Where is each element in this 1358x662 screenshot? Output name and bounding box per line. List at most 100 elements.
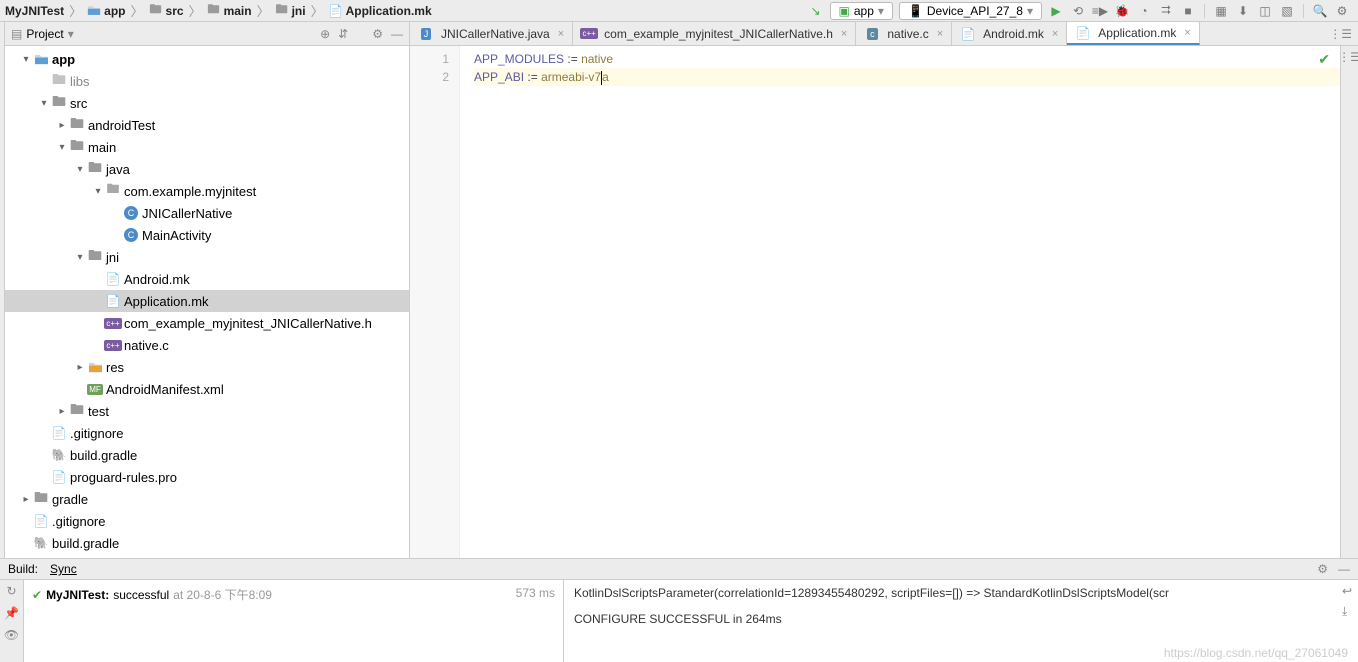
- tree-arrow-icon[interactable]: ▾: [19, 54, 33, 65]
- breadcrumb-item[interactable]: 🖿main: [206, 4, 253, 18]
- soft-wrap-icon[interactable]: ↩: [1342, 584, 1352, 598]
- layout-inspector-icon[interactable]: ◫: [1257, 3, 1273, 19]
- hide-panel-icon[interactable]: —: [391, 27, 403, 41]
- search-icon[interactable]: 🔍: [1312, 3, 1328, 19]
- tree-row[interactable]: ▸📄.gitignore: [5, 422, 409, 444]
- tree-row[interactable]: ▸🖿gradle: [5, 488, 409, 510]
- tree-row[interactable]: ▸CMainActivity: [5, 224, 409, 246]
- tree-row[interactable]: ▾🖿java: [5, 158, 409, 180]
- close-tab-icon[interactable]: ×: [1052, 28, 1058, 40]
- editor-body[interactable]: 1 2 APP_MODULES := native APP_ABI := arm…: [410, 46, 1358, 558]
- tree-arrow-icon[interactable]: ▾: [73, 164, 87, 175]
- tree-arrow-icon[interactable]: ▾: [73, 252, 87, 263]
- scroll-end-icon[interactable]: ⤓: [1342, 604, 1352, 619]
- close-tab-icon[interactable]: ×: [937, 28, 943, 40]
- tree-arrow-icon[interactable]: ▾: [37, 98, 51, 109]
- tree-row[interactable]: ▸CJNICallerNative: [5, 202, 409, 224]
- code-line[interactable]: APP_ABI := armeabi-v7a: [474, 68, 1340, 86]
- close-tab-icon[interactable]: ×: [558, 28, 564, 40]
- settings-icon[interactable]: ⚙: [1334, 3, 1350, 19]
- code-area[interactable]: APP_MODULES := native APP_ABI := armeabi…: [460, 46, 1340, 558]
- tree-row[interactable]: ▸🖿androidTest: [5, 114, 409, 136]
- tree-row[interactable]: ▸c++com_example_myjnitest_JNICallerNativ…: [5, 312, 409, 334]
- resource-manager-icon[interactable]: ▧: [1279, 3, 1295, 19]
- tree-row[interactable]: ▸🖿test: [5, 400, 409, 422]
- close-tab-icon[interactable]: ×: [841, 28, 847, 40]
- breadcrumb-item[interactable]: MyJNITest: [4, 4, 65, 18]
- build-panel-header[interactable]: Build: Sync ⚙ —: [0, 558, 1358, 580]
- split-icon[interactable]: ⋮☰: [1338, 50, 1358, 64]
- tree-row[interactable]: ▸🐘build.gradle: [5, 532, 409, 554]
- breadcrumb[interactable]: MyJNITest〉 app〉 🖿src〉 🖿main〉 🖿jni〉 📄Appl…: [0, 1, 433, 20]
- editor-tab[interactable]: c++com_example_myjnitest_JNICallerNative…: [573, 22, 856, 45]
- stop-icon[interactable]: ■: [1180, 3, 1196, 19]
- coverage-icon[interactable]: ≡▶: [1092, 3, 1108, 19]
- tree-arrow-icon[interactable]: ▸: [73, 362, 87, 373]
- breadcrumb-item[interactable]: 🖿jni: [274, 4, 307, 18]
- editor-tab[interactable]: 📄Application.mk×: [1067, 22, 1199, 45]
- code-line[interactable]: APP_MODULES := native: [474, 50, 1340, 68]
- editor-tab[interactable]: 📄 Android.mk ×: [952, 22, 1067, 45]
- restart-icon[interactable]: ↻: [6, 584, 16, 598]
- view-icon[interactable]: 👁: [4, 628, 19, 642]
- tree-row[interactable]: ▸📄proguard-rules.pro: [5, 466, 409, 488]
- tabs-overflow-icon[interactable]: ⋮☰: [1323, 22, 1358, 45]
- tree-arrow-icon[interactable]: ▸: [19, 494, 33, 505]
- breadcrumb-item[interactable]: 🖿src: [148, 4, 185, 18]
- project-tool-window: ▤ Project ▾ ⊕ ⇵ ⚙ — ▾app▸🖿libs▾🖿src▸🖿and…: [5, 22, 410, 558]
- folder-icon: 🖿: [51, 95, 67, 111]
- project-panel-header[interactable]: ▤ Project ▾ ⊕ ⇵ ⚙ —: [5, 22, 409, 46]
- close-tab-icon[interactable]: ×: [1184, 27, 1190, 39]
- collapse-all-icon[interactable]: ⇵: [338, 27, 348, 41]
- file-icon: 📄: [51, 469, 67, 485]
- sdk-manager-icon[interactable]: ⬇: [1235, 3, 1251, 19]
- tree-row[interactable]: ▸📄Android.mk: [5, 268, 409, 290]
- tree-row[interactable]: ▾🖿main: [5, 136, 409, 158]
- settings-gear-icon[interactable]: ⚙: [372, 27, 383, 41]
- build-tree[interactable]: ✔ MyJNITest: successful at 20-8-6 下午8:09…: [24, 580, 564, 662]
- profile-icon[interactable]: ◔: [1136, 3, 1152, 19]
- tree-row[interactable]: ▸📄Application.mk: [5, 290, 409, 312]
- debug-icon[interactable]: 🐞: [1114, 3, 1130, 19]
- mk-icon: 📄: [960, 26, 976, 42]
- tree-arrow-icon[interactable]: ▸: [55, 406, 69, 417]
- breadcrumb-item[interactable]: 📄Application.mk: [328, 4, 433, 18]
- locate-icon[interactable]: ⊕: [320, 27, 330, 41]
- build-settings-icon[interactable]: ⚙: [1317, 562, 1328, 576]
- project-tree[interactable]: ▾app▸🖿libs▾🖿src▸🖿androidTest▾🖿main▾🖿java…: [5, 46, 409, 558]
- editor-tab[interactable]: JJNICallerNative.java×: [410, 22, 573, 45]
- tree-arrow-icon[interactable]: ▾: [55, 142, 69, 153]
- tree-row[interactable]: ▾app: [5, 48, 409, 70]
- breadcrumb-item[interactable]: app: [86, 4, 126, 18]
- build-panel-body: ↻ 📌 👁 ✔ MyJNITest: successful at 20-8-6 …: [0, 580, 1358, 662]
- tree-row[interactable]: ▸MFAndroidManifest.xml: [5, 378, 409, 400]
- tree-row[interactable]: ▸res: [5, 356, 409, 378]
- build-console[interactable]: KotlinDslScriptsParameter(correlationId=…: [564, 580, 1358, 662]
- build-hide-icon[interactable]: —: [1338, 562, 1350, 576]
- run-icon[interactable]: ▶: [1048, 3, 1064, 19]
- editor-tab[interactable]: cnative.c×: [856, 22, 952, 45]
- editor-area: JJNICallerNative.java×c++com_example_myj…: [410, 22, 1358, 558]
- module-icon: [33, 51, 49, 67]
- inspections-ok-icon[interactable]: ✔: [1318, 50, 1330, 68]
- avd-manager-icon[interactable]: ▦: [1213, 3, 1229, 19]
- tree-row[interactable]: ▸🐘build.gradle: [5, 444, 409, 466]
- tab-label: Android.mk: [983, 27, 1044, 41]
- run-config-selector[interactable]: ▣app▾: [830, 2, 893, 20]
- pin-icon[interactable]: 📌: [4, 606, 19, 620]
- device-selector[interactable]: 📱Device_API_27_8▾: [899, 2, 1042, 20]
- sync-icon[interactable]: ↘: [808, 3, 824, 19]
- tree-arrow-icon[interactable]: ▾: [91, 186, 105, 197]
- build-tab-sync[interactable]: Sync: [50, 562, 77, 576]
- tree-row[interactable]: ▸🖿libs: [5, 70, 409, 92]
- tree-row[interactable]: ▾🖿jni: [5, 246, 409, 268]
- tree-arrow-icon[interactable]: ▸: [55, 120, 69, 131]
- tree-row[interactable]: ▸📄.gitignore: [5, 510, 409, 532]
- attach-debugger-icon[interactable]: ⮆: [1158, 3, 1174, 19]
- tree-row[interactable]: ▾🖿src: [5, 92, 409, 114]
- tree-label: java: [106, 162, 130, 177]
- apply-changes-icon[interactable]: ⟲: [1070, 3, 1086, 19]
- editor-tabs[interactable]: JJNICallerNative.java×c++com_example_myj…: [410, 22, 1358, 46]
- tree-row[interactable]: ▸c++native.c: [5, 334, 409, 356]
- tree-row[interactable]: ▾🖿com.example.myjnitest: [5, 180, 409, 202]
